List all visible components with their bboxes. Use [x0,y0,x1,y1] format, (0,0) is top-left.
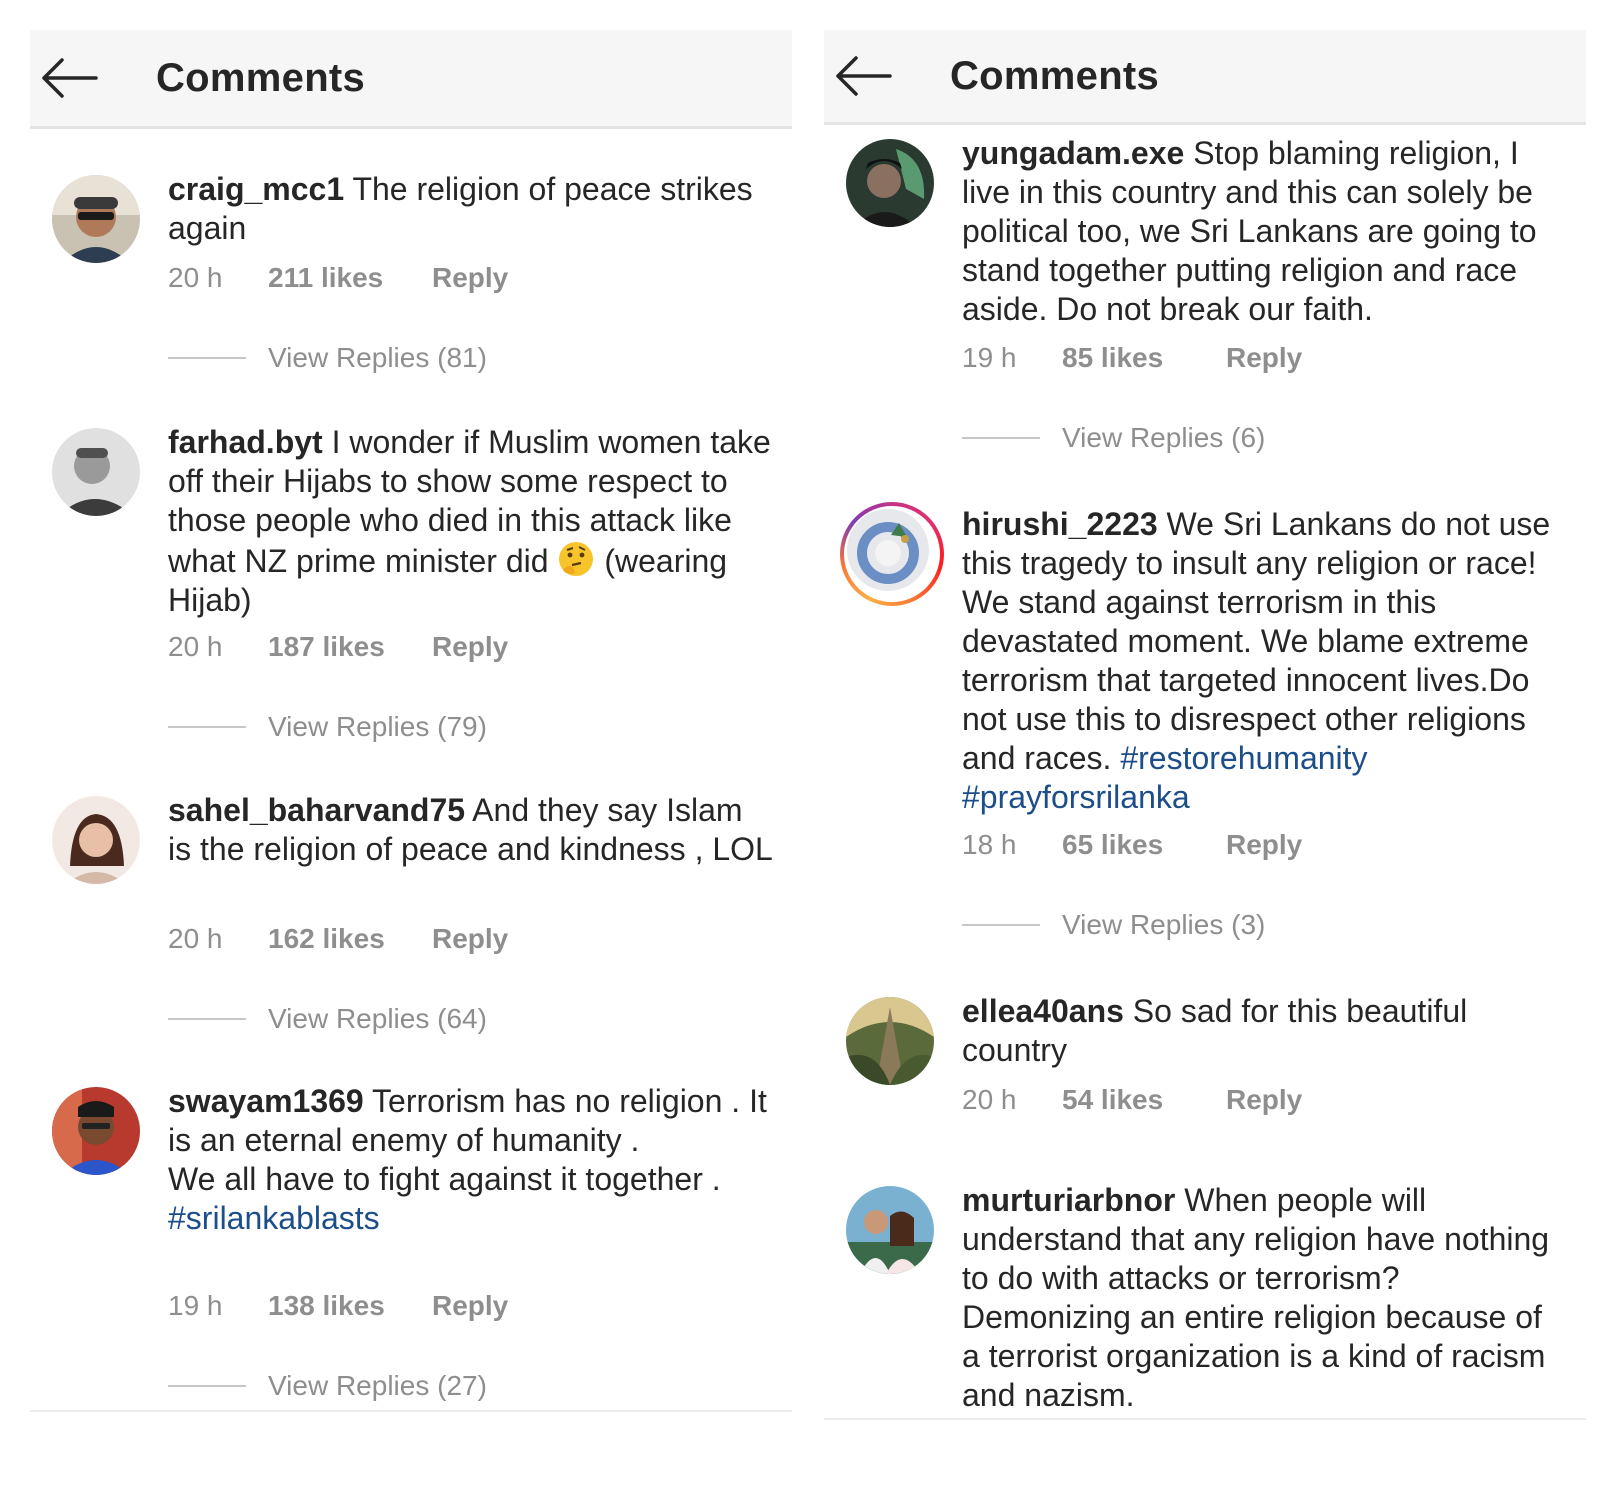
comment-meta: 19 h 138 likes Reply [168,1290,508,1322]
divider [168,726,246,728]
reply-button[interactable]: Reply [1226,342,1302,374]
avatar[interactable] [846,997,934,1085]
timestamp: 18 h [962,829,1017,860]
divider [168,1385,246,1387]
divider [30,1410,792,1412]
view-replies-button[interactable]: View Replies (79) [168,711,487,743]
reply-button[interactable]: Reply [432,1290,508,1322]
comment-meta: 20 h 162 likes Reply [168,923,508,955]
username[interactable]: craig_mcc1 [168,171,344,207]
page-title: Comments [950,53,1160,98]
header: Comments [824,30,1586,125]
hashtag-link[interactable]: #restorehumanity [1120,740,1367,776]
username[interactable]: swayam1369 [168,1083,364,1119]
comments-panel-right: Comments yungadam.exe Stop blaming relig… [824,30,1586,1458]
view-replies-label: View Replies (64) [268,1003,487,1034]
view-replies-button[interactable]: View Replies (27) [168,1370,487,1402]
likes-count[interactable]: 211 likes [268,262,432,294]
comment-text: ellea40ans So sad for this beautiful cou… [962,992,1568,1070]
view-replies-button[interactable]: View Replies (64) [168,1003,487,1035]
comment-text: swayam1369 Terrorism has no religion . I… [168,1082,774,1238]
back-button[interactable] [834,56,904,96]
timestamp: 19 h [168,1290,223,1321]
avatar[interactable] [52,796,140,884]
reply-button[interactable]: Reply [432,262,508,294]
avatar[interactable] [846,139,934,227]
comment-text: murturiarbnor When people will understan… [962,1181,1568,1415]
view-replies-label: View Replies (3) [1062,909,1266,940]
likes-count[interactable]: 162 likes [268,923,432,955]
avatar[interactable] [52,428,140,516]
likes-count[interactable]: 65 likes [1062,829,1226,861]
divider [824,1418,1586,1420]
comment-meta: 20 h 54 likes Reply [962,1084,1302,1116]
view-replies-label: View Replies (81) [268,342,487,373]
timestamp: 20 h [168,631,223,662]
back-button[interactable] [40,58,110,98]
reply-button[interactable]: Reply [1226,1084,1302,1116]
view-replies-label: View Replies (79) [268,711,487,742]
username[interactable]: farhad.byt [168,424,323,460]
view-replies-label: View Replies (27) [268,1370,487,1401]
comment-body-line2: We all have to fight against it together… [168,1161,721,1197]
divider [168,357,246,359]
comment-meta: 20 h 211 likes Reply [168,262,508,294]
view-replies-label: View Replies (6) [1062,422,1266,453]
timestamp: 20 h [168,923,223,954]
comment-meta: 20 h 187 likes Reply [168,631,508,663]
back-arrow-icon [42,58,98,98]
username[interactable]: murturiarbnor [962,1182,1175,1218]
likes-count[interactable]: 54 likes [1062,1084,1226,1116]
likes-count[interactable]: 187 likes [268,631,432,663]
avatar[interactable] [52,1087,140,1175]
likes-count[interactable]: 85 likes [1062,342,1226,374]
comments-panel-left: Comments craig_mcc1 The religion of peac… [30,30,792,1458]
username[interactable]: ellea40ans [962,993,1124,1029]
avatar[interactable] [846,1186,934,1274]
timestamp: 20 h [962,1084,1017,1115]
username[interactable]: yungadam.exe [962,135,1184,171]
divider [168,1018,246,1020]
comment-meta: 18 h 65 likes Reply [962,829,1302,861]
comment-text: sahel_baharvand75 And they say Islam is … [168,791,774,869]
avatar[interactable] [52,175,140,263]
timestamp: 20 h [168,262,223,293]
avatar [847,509,929,591]
comment-text: yungadam.exe Stop blaming religion, I li… [962,134,1568,329]
comment-text: hirushi_2223 We Sri Lankans do not use t… [962,505,1568,817]
comment-text: farhad.byt I wonder if Muslim women take… [168,423,774,620]
comment-body: We Sri Lankans do not use this tragedy t… [962,506,1551,776]
story-ring[interactable] [840,502,944,606]
divider [962,924,1040,926]
username[interactable]: sahel_baharvand75 [168,792,465,828]
view-replies-button[interactable]: View Replies (81) [168,342,487,374]
reply-button[interactable]: Reply [432,631,508,663]
reply-button[interactable]: Reply [432,923,508,955]
divider [962,437,1040,439]
view-replies-button[interactable]: View Replies (6) [962,422,1265,454]
likes-count[interactable]: 138 likes [268,1290,432,1322]
view-replies-button[interactable]: View Replies (3) [962,909,1265,941]
comment-text: craig_mcc1 The religion of peace strikes… [168,170,774,248]
comment-meta: 19 h 85 likes Reply [962,342,1302,374]
timestamp: 19 h [962,342,1017,373]
hashtag-link[interactable]: #srilankablasts [168,1199,774,1238]
reply-button[interactable]: Reply [1226,829,1302,861]
page-title: Comments [156,55,366,100]
hashtag-link[interactable]: #prayforsrilanka [962,779,1190,815]
header: Comments [30,30,792,129]
back-arrow-icon [836,56,892,96]
username[interactable]: hirushi_2223 [962,506,1158,542]
thinking-face-icon [557,540,595,578]
